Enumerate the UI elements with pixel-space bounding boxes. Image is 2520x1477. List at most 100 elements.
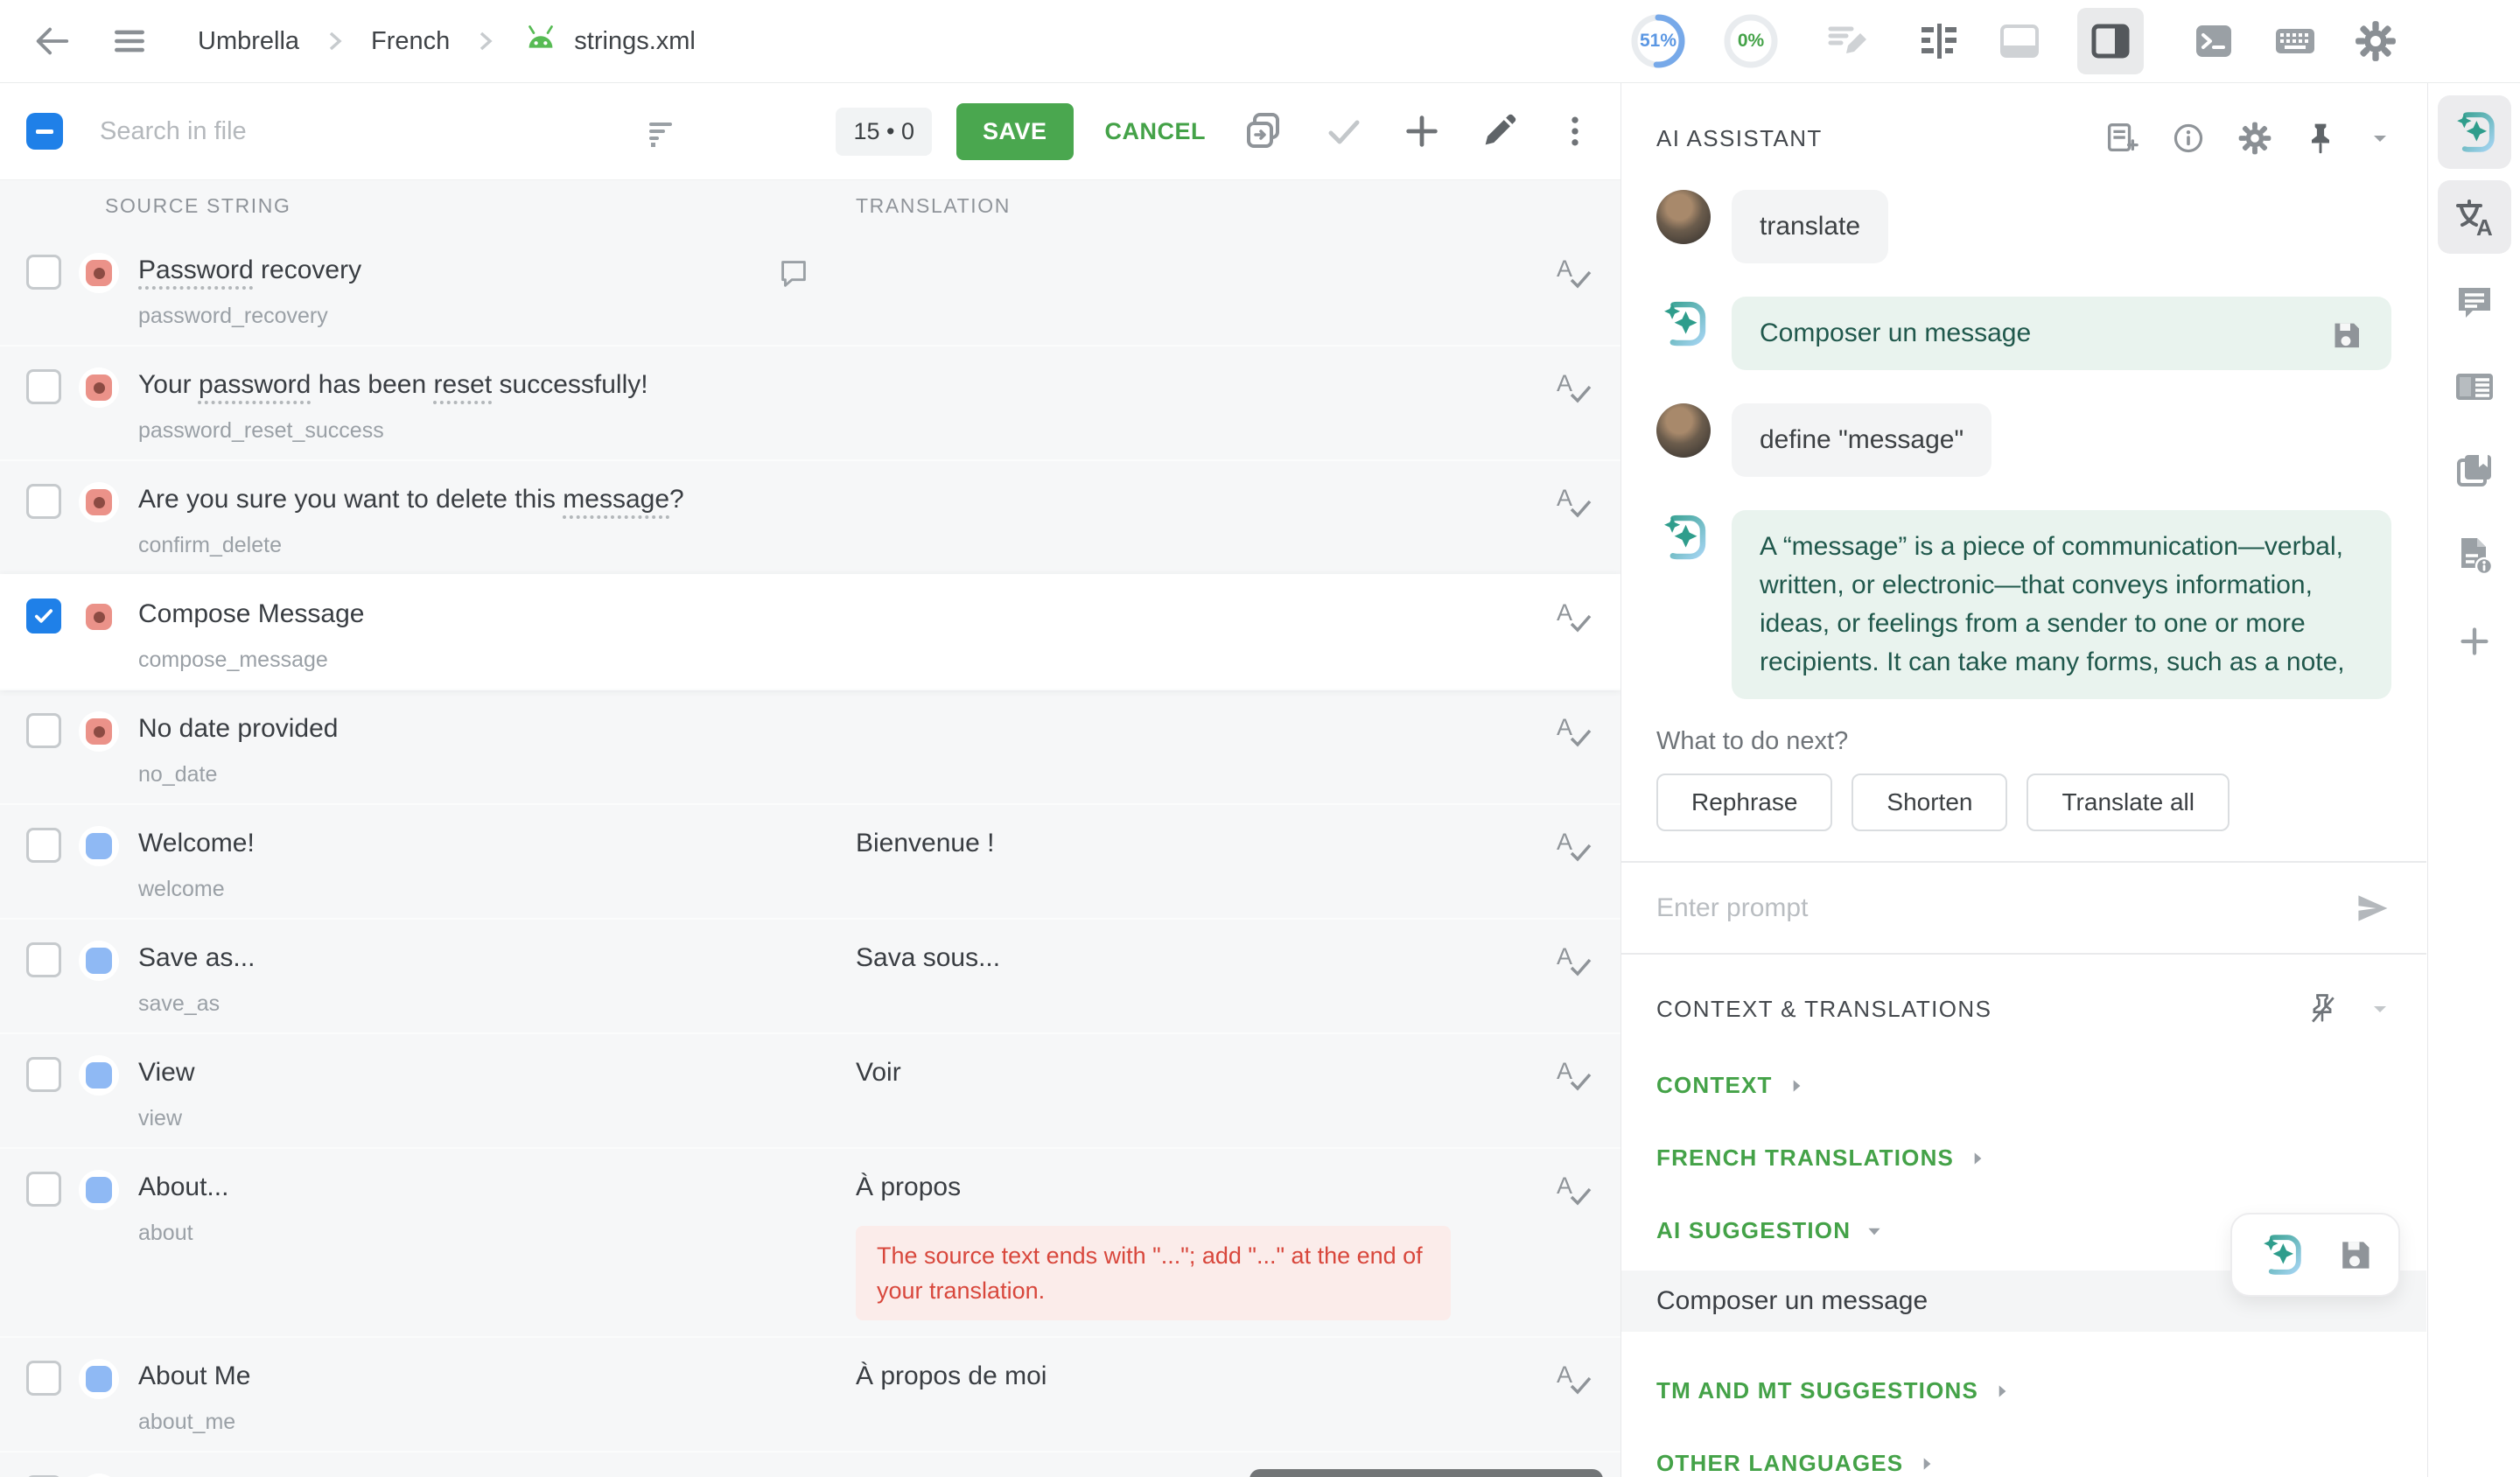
chat-ai-message: A “message” is a piece of communication—…	[1760, 528, 2363, 682]
ai-action-button[interactable]: Shorten	[1852, 774, 2007, 831]
add-plus-icon[interactable]	[1402, 111, 1442, 151]
row-checkbox[interactable]	[26, 1172, 61, 1207]
ai-action-button[interactable]: Translate all	[2026, 774, 2229, 831]
spellcheck-icon[interactable]	[1554, 597, 1592, 635]
chat-user-message-row: translate	[1656, 190, 2391, 263]
spellcheck-icon[interactable]	[1554, 1359, 1592, 1397]
spellcheck-icon[interactable]	[1554, 941, 1592, 979]
source-string: Welcome!	[138, 826, 856, 861]
source-string: About...	[138, 1170, 856, 1205]
comment-icon[interactable]	[775, 255, 812, 291]
cancel-button[interactable]: CANCEL	[1105, 118, 1207, 145]
edit-pencil-icon[interactable]	[1479, 111, 1519, 151]
collapse-chevron-icon[interactable]	[2369, 127, 2391, 150]
menu-icon[interactable]	[110, 22, 149, 60]
spellcheck-icon[interactable]	[1554, 1474, 1592, 1477]
bottom-panel-view-icon[interactable]	[1997, 18, 2042, 64]
copy-source-icon[interactable]	[1241, 108, 1286, 154]
translation-progress-ring[interactable]: 51%	[1629, 12, 1687, 70]
side-by-side-view-icon[interactable]	[1916, 18, 1962, 64]
save-suggestion-icon[interactable]	[2335, 1236, 2374, 1274]
spellcheck-icon[interactable]	[1554, 1170, 1592, 1208]
spellcheck-icon[interactable]	[1554, 1055, 1592, 1094]
row-checkbox[interactable]	[26, 828, 61, 863]
context-section-header[interactable]: OTHER LANGUAGES	[1656, 1450, 2391, 1477]
prompt-input[interactable]	[1656, 893, 2353, 923]
row-checkbox[interactable]	[26, 1361, 61, 1396]
rail-context-card-icon[interactable]	[2438, 350, 2511, 424]
string-key: password_reset_success	[138, 418, 856, 444]
ai-sparkle-icon[interactable]	[2257, 1230, 2306, 1279]
table-row[interactable]: View view Voir	[0, 1032, 1620, 1147]
string-key: password_recovery	[138, 304, 856, 329]
rail-glossary-icon[interactable]	[2438, 435, 2511, 508]
string-key: view	[138, 1106, 856, 1131]
pin-icon[interactable]	[2304, 121, 2337, 156]
spellcheck-icon[interactable]	[1554, 711, 1592, 750]
context-section: OTHER LANGUAGES	[1656, 1450, 2391, 1477]
search-input[interactable]	[100, 117, 511, 146]
table-row[interactable]: Are you sure you want to delete this mes…	[0, 459, 1620, 574]
row-checkbox[interactable]	[26, 484, 61, 519]
row-checkbox[interactable]	[26, 598, 61, 634]
context-section-header[interactable]: TM AND MT SUGGESTIONS	[1656, 1377, 2391, 1404]
terminal-icon[interactable]	[2191, 18, 2236, 64]
new-conversation-icon[interactable]	[2103, 120, 2139, 157]
row-checkbox[interactable]	[26, 1057, 61, 1092]
row-checkbox[interactable]	[26, 713, 61, 748]
side-rail: A	[2427, 83, 2520, 1477]
proofread-icon[interactable]	[1824, 18, 1869, 64]
rail-ai-assistant-icon[interactable]	[2438, 95, 2511, 169]
save-suggestion-icon[interactable]	[2328, 318, 2363, 353]
table-row[interactable]: Welcome! welcome Bienvenue !	[0, 803, 1620, 918]
table-row[interactable]: About Me about_me À propos de moi	[0, 1336, 1620, 1451]
rail-comments-icon[interactable]	[2438, 265, 2511, 339]
row-checkbox[interactable]	[26, 369, 61, 404]
approve-check-icon[interactable]	[1323, 110, 1365, 152]
filter-icon[interactable]	[642, 112, 681, 150]
table-row[interactable]: Your password has been reset successfull…	[0, 345, 1620, 459]
qa-error-message: The source text ends with "..."; add "..…	[856, 1226, 1451, 1320]
back-icon[interactable]	[32, 21, 72, 61]
rail-translate-icon[interactable]: A	[2438, 180, 2511, 254]
translation-editor: Umbrella French strings.xml 51% 0%	[0, 0, 2520, 1477]
spellcheck-icon[interactable]	[1554, 482, 1592, 521]
table-row[interactable]: Save as... save_as Sava sous...	[0, 918, 1620, 1032]
spellcheck-icon[interactable]	[1554, 368, 1592, 406]
source-string: Your password has been reset successfull…	[138, 368, 856, 402]
row-checkbox[interactable]	[26, 255, 61, 290]
table-row[interactable]: Compose Message compose_message	[0, 574, 1620, 689]
breadcrumb-language[interactable]: French	[371, 27, 450, 56]
spellcheck-icon[interactable]	[1554, 826, 1592, 864]
more-kebab-icon[interactable]	[1556, 112, 1594, 150]
translation-text	[856, 482, 1507, 483]
table-row[interactable]: Password recovery password_recovery	[0, 232, 1620, 345]
select-all-checkbox[interactable]	[26, 113, 63, 150]
context-section-header[interactable]: CONTEXT	[1656, 1072, 2391, 1099]
send-icon[interactable]	[2353, 889, 2391, 928]
ai-sparkle-icon	[1656, 297, 1711, 351]
ai-settings-gear-icon[interactable]	[2237, 121, 2272, 156]
save-button[interactable]: SAVE	[956, 103, 1074, 160]
info-icon[interactable]	[2171, 121, 2206, 156]
selection-counter: 15 • 0	[836, 108, 932, 156]
context-sections: CONTEXT FRENCH TRANSLATIONS AI SUGGESTIO…	[1656, 1072, 2391, 1477]
right-panel-view-icon[interactable]	[2077, 8, 2144, 74]
keyboard-icon[interactable]	[2272, 18, 2319, 65]
rail-file-info-icon[interactable]	[2438, 520, 2511, 593]
unpin-icon[interactable]	[2306, 991, 2339, 1026]
row-checkbox[interactable]	[26, 942, 61, 977]
spellcheck-icon[interactable]	[1554, 253, 1592, 291]
settings-gear-icon[interactable]	[2354, 19, 2398, 63]
user-avatar[interactable]	[2432, 13, 2488, 69]
rail-add-panel-icon[interactable]	[2438, 605, 2511, 678]
collapse-chevron-icon[interactable]	[2369, 998, 2391, 1020]
table-row[interactable]: No date provided no_date	[0, 689, 1620, 803]
approval-progress-ring[interactable]: 0%	[1722, 12, 1780, 70]
list-toolbar: 15 • 0 SAVE CANCEL	[0, 83, 1620, 179]
ai-action-button[interactable]: Rephrase	[1656, 774, 1832, 831]
breadcrumb-file[interactable]: strings.xml	[574, 27, 696, 56]
context-section-header[interactable]: FRENCH TRANSLATIONS	[1656, 1144, 2391, 1172]
breadcrumb-project[interactable]: Umbrella	[198, 27, 299, 56]
table-row[interactable]: About... about À propos The source text …	[0, 1147, 1620, 1336]
